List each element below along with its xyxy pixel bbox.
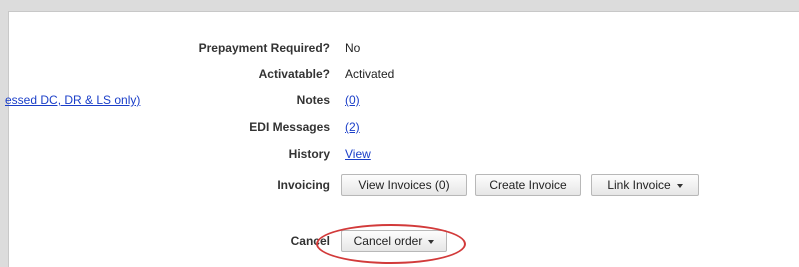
prepayment-label: Prepayment Required? <box>198 41 330 55</box>
invoicing-label: Invoicing <box>277 178 330 192</box>
activatable-label: Activatable? <box>258 67 330 81</box>
edi-label: EDI Messages <box>249 120 330 134</box>
edi-count-link[interactable]: (2) <box>345 118 360 136</box>
processed-only-link[interactable]: essed DC, DR & LS only) <box>5 91 140 109</box>
order-details-panel: Prepayment Required? No Activatable? Act… <box>5 11 799 267</box>
cancel-order-button[interactable]: Cancel order <box>341 230 447 252</box>
screenshot-frame: Prepayment Required? No Activatable? Act… <box>0 0 799 267</box>
history-label: History <box>288 147 330 161</box>
cancel-label: Cancel <box>290 234 330 248</box>
notes-label: Notes <box>296 93 330 107</box>
edi-row: EDI Messages (2) <box>9 118 799 136</box>
notes-row: essed DC, DR & LS only) Notes (0) <box>5 91 799 109</box>
create-invoice-button[interactable]: Create Invoice <box>475 174 581 196</box>
notes-count-link[interactable]: (0) <box>345 91 360 109</box>
caret-down-icon <box>676 183 683 188</box>
link-invoice-button[interactable]: Link Invoice <box>591 174 699 196</box>
activatable-value: Activated <box>345 67 395 81</box>
view-invoices-button[interactable]: View Invoices (0) <box>341 174 467 196</box>
prepayment-value: No <box>345 41 361 55</box>
link-invoice-label: Link Invoice <box>607 178 671 192</box>
history-row: History View <box>9 145 799 163</box>
activatable-row: Activatable? Activated <box>9 65 799 83</box>
history-view-link[interactable]: View <box>345 145 371 163</box>
cancel-order-label: Cancel order <box>353 234 423 248</box>
prepayment-row: Prepayment Required? No <box>9 39 799 57</box>
caret-down-icon <box>428 239 435 244</box>
